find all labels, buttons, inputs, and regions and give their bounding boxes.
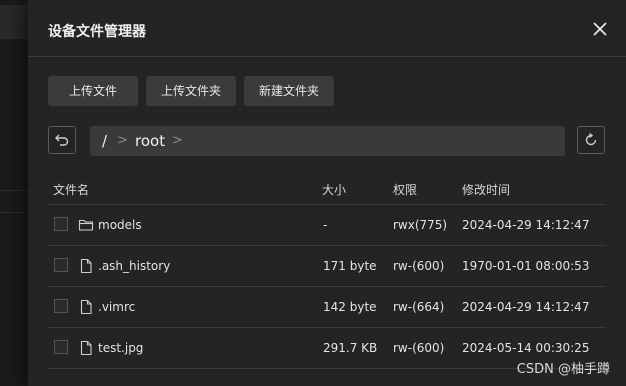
file-icon xyxy=(80,340,92,356)
file-permission: rw-(600) xyxy=(393,341,445,355)
row-checkbox[interactable] xyxy=(54,299,68,313)
file-icon xyxy=(80,258,92,274)
file-name[interactable]: test.jpg xyxy=(98,341,143,355)
device-file-manager-panel: 设备文件管理器 上传文件 上传文件夹 新建文件夹 / > root > 文件名 … xyxy=(28,0,626,386)
close-button[interactable] xyxy=(588,17,612,41)
file-size: 171 byte xyxy=(323,259,377,273)
breadcrumb-root-folder[interactable]: root xyxy=(135,126,165,156)
background-divider xyxy=(0,212,28,213)
column-header-name[interactable]: 文件名 xyxy=(53,181,89,198)
row-checkbox[interactable] xyxy=(54,340,68,354)
file-size: - xyxy=(323,218,328,232)
refresh-icon xyxy=(585,132,597,146)
file-name[interactable]: .vimrc xyxy=(98,300,135,314)
file-modified: 2024-05-14 00:30:25 xyxy=(462,341,590,355)
background-divider xyxy=(0,190,28,191)
table-row[interactable]: models - rwx(775) 2024-04-29 14:12:47 xyxy=(48,205,606,246)
file-modified: 1970-01-01 08:00:53 xyxy=(462,259,590,273)
csdn-watermark: CSDN @柚手蹲 xyxy=(516,362,610,377)
file-name[interactable]: models xyxy=(98,218,142,232)
table-row[interactable]: .vimrc 142 byte rw-(664) 2024-04-29 14:1… xyxy=(48,287,606,328)
refresh-button[interactable] xyxy=(577,126,605,154)
upload-folder-button[interactable]: 上传文件夹 xyxy=(146,76,236,106)
background-toolbar xyxy=(0,5,28,39)
close-icon xyxy=(593,22,607,36)
row-checkbox[interactable] xyxy=(54,258,68,272)
file-size: 291.7 KB xyxy=(323,341,378,355)
new-folder-button[interactable]: 新建文件夹 xyxy=(244,76,334,106)
file-permission: rw-(600) xyxy=(393,259,445,273)
panel-title: 设备文件管理器 xyxy=(48,24,146,40)
file-icon xyxy=(80,299,92,315)
panel-header: 设备文件管理器 xyxy=(28,0,626,57)
column-header-size[interactable]: 大小 xyxy=(322,181,346,198)
file-permission: rw-(664) xyxy=(393,300,445,314)
row-checkbox[interactable] xyxy=(54,217,68,231)
table-header: 文件名 大小 权限 修改时间 xyxy=(48,172,606,205)
file-size: 142 byte xyxy=(323,300,377,314)
folder-icon xyxy=(78,219,94,231)
back-arrow-icon xyxy=(55,134,69,146)
file-modified: 2024-04-29 14:12:47 xyxy=(462,300,590,314)
table-row[interactable]: .ash_history 171 byte rw-(600) 1970-01-0… xyxy=(48,246,606,287)
breadcrumb-separator: > xyxy=(172,133,183,148)
background-app xyxy=(0,0,28,386)
file-modified: 2024-04-29 14:12:47 xyxy=(462,218,590,232)
file-name[interactable]: .ash_history xyxy=(98,259,170,273)
column-header-permission[interactable]: 权限 xyxy=(393,181,417,198)
file-permission: rwx(775) xyxy=(393,218,448,232)
column-header-modified[interactable]: 修改时间 xyxy=(462,181,510,198)
path-breadcrumb: / > root > xyxy=(90,126,565,156)
breadcrumb-separator: > xyxy=(117,133,128,148)
back-button[interactable] xyxy=(48,126,76,154)
upload-file-button[interactable]: 上传文件 xyxy=(48,76,138,106)
breadcrumb-root[interactable]: / xyxy=(102,126,107,156)
